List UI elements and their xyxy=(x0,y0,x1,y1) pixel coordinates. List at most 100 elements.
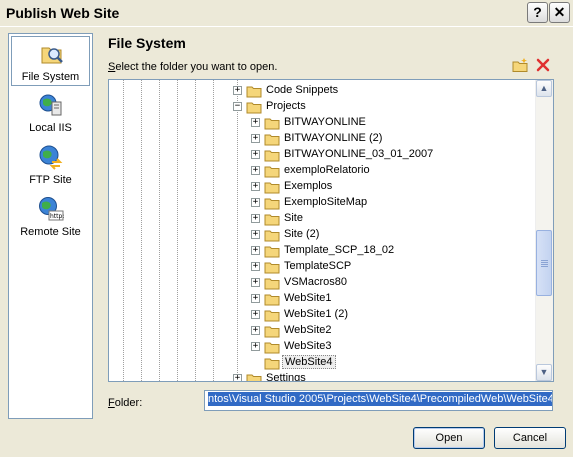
expand-icon[interactable]: + xyxy=(251,310,260,319)
sidebar-item-label: Local IIS xyxy=(29,122,72,134)
folder-icon xyxy=(246,374,262,381)
sidebar-item-label: FTP Site xyxy=(29,174,72,186)
expand-icon[interactable]: + xyxy=(251,166,260,175)
tree-item[interactable]: + Site (2) xyxy=(109,227,536,243)
tree-item[interactable]: + WebSite1 (2) xyxy=(109,307,536,323)
expand-icon[interactable]: + xyxy=(251,118,260,127)
folder-icon xyxy=(264,182,280,194)
tree-item[interactable]: + BITWAYONLINE_03_01_2007 xyxy=(109,147,536,163)
expand-icon[interactable]: + xyxy=(251,326,260,335)
tree-item[interactable]: − Projects xyxy=(109,99,536,115)
tree-item-label: Projects xyxy=(266,100,306,112)
scroll-down-button[interactable]: ▼ xyxy=(536,364,552,381)
scroll-up-button[interactable]: ▲ xyxy=(536,80,552,97)
globe-arrows-icon xyxy=(39,145,63,170)
sidebar-item-label: File System xyxy=(21,71,80,83)
expand-icon[interactable]: + xyxy=(251,182,260,191)
expand-icon[interactable]: + xyxy=(251,342,260,351)
tree-item[interactable]: + BITWAYONLINE xyxy=(109,115,536,131)
svg-text:http:: http: xyxy=(50,213,64,220)
tree-item[interactable]: + Settings xyxy=(109,371,536,382)
folder-icon xyxy=(264,310,280,322)
folder-icon xyxy=(246,86,262,98)
tree-item[interactable]: + Exemplos xyxy=(109,179,536,195)
tree-item-label: BITWAYONLINE_03_01_2007 xyxy=(284,148,434,160)
expand-icon[interactable]: + xyxy=(251,230,260,239)
folder-path-field[interactable]: ntos\Visual Studio 2005\Projects\WebSite… xyxy=(204,390,553,411)
collapse-icon[interactable]: − xyxy=(233,102,242,111)
publish-web-site-dialog: Publish Web Site ? ✕ File System Local I… xyxy=(0,0,573,457)
folder-label-text: older: xyxy=(114,397,143,409)
expand-icon[interactable]: + xyxy=(251,150,260,159)
tree-item[interactable]: WebSite4 xyxy=(109,355,536,371)
tree-scrollbar[interactable]: ▲ ▼ xyxy=(535,80,553,381)
tree-item-label: Code Snippets xyxy=(266,84,339,96)
window-title: Publish Web Site xyxy=(6,5,120,21)
prompt-text: elect the folder you want to open. xyxy=(115,61,278,73)
tree-item-label: BITWAYONLINE xyxy=(284,116,366,128)
folder-icon xyxy=(264,198,280,210)
globe-computer-icon xyxy=(39,94,62,116)
sidebar-item-local-iis[interactable]: Local IIS xyxy=(11,88,90,138)
folder-icon xyxy=(264,214,280,226)
tree-item[interactable]: + WebSite1 xyxy=(109,291,536,307)
expand-icon[interactable]: + xyxy=(251,278,260,287)
scroll-thumb[interactable] xyxy=(536,230,552,296)
tree-item-label: Site (2) xyxy=(284,228,320,240)
tree-item-label: exemploRelatorio xyxy=(284,164,370,176)
expand-icon[interactable]: + xyxy=(233,86,242,95)
expand-icon[interactable]: + xyxy=(251,198,260,207)
tree-item-label: Settings xyxy=(266,372,306,382)
tree-item-label: Exemplos xyxy=(284,180,333,192)
tree-item[interactable]: + exemploRelatorio xyxy=(109,163,536,179)
sidebar-item-ftp-site[interactable]: FTP Site xyxy=(11,140,90,190)
close-button[interactable]: ✕ xyxy=(549,2,570,23)
tree-item-label: WebSite1 xyxy=(284,292,332,304)
folder-icon xyxy=(264,278,280,290)
folder-label: Folder: xyxy=(108,397,142,409)
delete-icon[interactable] xyxy=(535,57,551,73)
tree-item[interactable]: + Code Snippets xyxy=(109,83,536,99)
tree-item-label: WebSite4 xyxy=(282,355,336,369)
folder-icon xyxy=(264,166,280,178)
open-folder-icon xyxy=(246,102,262,114)
folder-icon xyxy=(264,358,280,370)
expand-icon[interactable]: + xyxy=(233,374,242,381)
tree-item[interactable]: + WebSite3 xyxy=(109,339,536,355)
tree-item[interactable]: + TemplateSCP xyxy=(109,259,536,275)
expand-icon[interactable]: + xyxy=(251,134,260,143)
title-bar: Publish Web Site ? ✕ xyxy=(0,0,573,27)
tree-item-label: ExemploSiteMap xyxy=(284,196,368,208)
folder-icon xyxy=(264,230,280,242)
tree-item-label: WebSite1 (2) xyxy=(284,308,348,320)
folder-icon xyxy=(264,326,280,338)
folder-icon xyxy=(264,118,280,130)
tree-item-label: TemplateSCP xyxy=(284,260,352,272)
tree-item[interactable]: + Template_SCP_18_02 xyxy=(109,243,536,259)
help-button[interactable]: ? xyxy=(527,2,548,23)
tree-item[interactable]: + ExemploSiteMap xyxy=(109,195,536,211)
tree-item[interactable]: + Site xyxy=(109,211,536,227)
tree-item[interactable]: + BITWAYONLINE (2) xyxy=(109,131,536,147)
sidebar-item-file-system[interactable]: File System xyxy=(11,36,90,86)
folder-icon xyxy=(264,342,280,354)
cancel-button[interactable]: Cancel xyxy=(494,427,566,449)
folder-icon xyxy=(264,134,280,146)
expand-icon[interactable]: + xyxy=(251,294,260,303)
globe-http-icon: http: xyxy=(39,197,64,221)
expand-icon[interactable]: + xyxy=(251,262,260,271)
folder-icon xyxy=(264,150,280,162)
expand-icon[interactable]: + xyxy=(251,246,260,255)
sidebar-item-remote-site[interactable]: http: Remote Site xyxy=(11,192,90,242)
sidebar-item-label: Remote Site xyxy=(20,226,81,238)
folder-tree[interactable]: + Code Snippets − Projects + BITWAYONLINE + BIT… xyxy=(108,79,554,382)
tree-item[interactable]: + WebSite2 xyxy=(109,323,536,339)
new-folder-icon[interactable] xyxy=(512,57,528,73)
folder-icon xyxy=(264,262,280,274)
expand-icon[interactable]: + xyxy=(251,214,260,223)
tree-item-label: WebSite2 xyxy=(284,324,332,336)
tree-item-label: Site xyxy=(284,212,303,224)
open-button[interactable]: Open xyxy=(413,427,485,449)
location-sidebar: File System Local IIS FTP Site http: Rem… xyxy=(8,33,93,419)
tree-item[interactable]: + VSMacros80 xyxy=(109,275,536,291)
